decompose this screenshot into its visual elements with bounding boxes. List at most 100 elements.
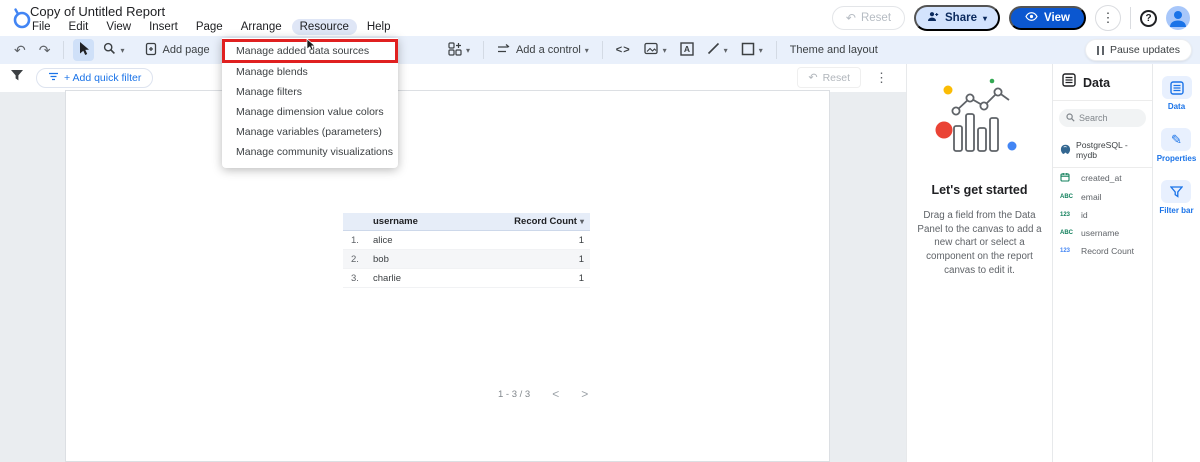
divider	[602, 41, 603, 59]
insert-image-button[interactable]: ▾	[640, 39, 671, 61]
funnel-icon	[1161, 180, 1191, 203]
field-username[interactable]: ABC username	[1053, 224, 1152, 242]
data-source-item[interactable]: PostgreSQL - mydb	[1053, 133, 1152, 168]
page-range: 1 - 3 / 3	[498, 389, 530, 400]
workspace: + Add quick filter ↶ Reset ⋮ username	[0, 64, 1200, 462]
cursor-icon	[77, 41, 90, 59]
table-header-row[interactable]: username Record Count ▾	[343, 213, 590, 231]
redo-button[interactable]: ↷	[35, 39, 55, 61]
search-box[interactable]	[1059, 109, 1146, 127]
looker-studio-app: Copy of Untitled Report File Edit View I…	[0, 0, 1200, 462]
help-icon[interactable]: ?	[1140, 10, 1157, 27]
chevron-down-icon: ▾	[585, 46, 589, 55]
menu-item-manage-blends[interactable]: Manage blends	[222, 62, 398, 82]
undo-icon: ↶	[808, 71, 817, 84]
column-header-username[interactable]: username	[373, 216, 504, 227]
field-created-at[interactable]: created_at	[1053, 168, 1152, 188]
filter-bar-actions: ↶ Reset ⋮	[797, 67, 888, 88]
embed-button[interactable]: <>	[612, 39, 635, 61]
list-icon	[1062, 73, 1076, 92]
column-header-record-count[interactable]: Record Count ▾	[504, 216, 590, 227]
insert-shape-button[interactable]: ▾	[737, 39, 767, 61]
add-control-button[interactable]: Add a control ▾	[493, 39, 593, 61]
list-icon	[1162, 76, 1192, 99]
add-page-icon	[145, 42, 158, 59]
menu-page[interactable]: Page	[188, 19, 231, 35]
top-bar-actions: ↶ Reset Share ▾ View ⋮ ?	[832, 4, 1190, 32]
calendar-icon	[1060, 172, 1076, 184]
sort-caret-icon: ▾	[580, 217, 584, 226]
report-page[interactable]: username Record Count ▾ 1. alice 1	[65, 90, 830, 462]
zoom-tool-button[interactable]: ▾	[99, 39, 128, 61]
text-type-icon: ABC	[1060, 230, 1076, 236]
share-dropdown-caret-icon[interactable]: ▾	[983, 14, 987, 23]
menu-help[interactable]: Help	[359, 19, 399, 35]
add-chart-button[interactable]: ▾	[444, 39, 474, 61]
next-page-icon[interactable]: >	[581, 387, 588, 401]
menu-file[interactable]: File	[24, 19, 59, 35]
add-quick-filter-button[interactable]: + Add quick filter	[36, 68, 153, 88]
divider	[1130, 7, 1131, 29]
menu-bar: File Edit View Insert Page Arrange Resou…	[24, 19, 399, 35]
menu-view[interactable]: View	[98, 19, 139, 35]
add-page-button[interactable]: Add page	[141, 39, 213, 61]
add-chart-icon	[448, 42, 462, 59]
magnifier-icon	[103, 42, 116, 58]
menu-item-manage-dimension-value-colors[interactable]: Manage dimension value colors	[222, 102, 398, 122]
more-options-button[interactable]: ⋮	[1095, 5, 1121, 31]
theme-layout-button[interactable]: Theme and layout	[786, 39, 882, 61]
menu-edit[interactable]: Edit	[61, 19, 97, 35]
number-type-icon: 123	[1060, 212, 1076, 218]
funnel-icon[interactable]	[10, 69, 24, 87]
insert-text-button[interactable]: A	[676, 39, 698, 61]
filter-control-icon	[497, 43, 512, 58]
field-record-count[interactable]: 123 Record Count	[1053, 242, 1152, 260]
view-button[interactable]: View	[1009, 6, 1086, 30]
pencil-icon: ✎	[1161, 128, 1191, 151]
reset-button[interactable]: ↶ Reset	[832, 6, 905, 30]
filter-reset-button[interactable]: ↶ Reset	[797, 67, 861, 88]
menu-item-manage-variables[interactable]: Manage variables (parameters)	[222, 122, 398, 142]
field-email[interactable]: ABC email	[1053, 188, 1152, 206]
data-table[interactable]: username Record Count ▾ 1. alice 1	[343, 213, 590, 288]
table-pagination: 1 - 3 / 3 < >	[498, 387, 588, 401]
table-row: 1. alice 1	[343, 231, 590, 250]
text-type-icon: ABC	[1060, 194, 1076, 200]
chevron-down-icon: ▾	[724, 46, 728, 55]
image-icon	[644, 42, 659, 58]
insert-line-button[interactable]: ▾	[703, 39, 732, 61]
chevron-down-icon: ▾	[466, 46, 470, 55]
pause-icon	[1097, 46, 1104, 55]
shape-icon	[741, 42, 755, 59]
chevron-down-icon: ▾	[120, 46, 124, 55]
report-canvas[interactable]: username Record Count ▾ 1. alice 1	[0, 92, 906, 462]
canvas-column: + Add quick filter ↶ Reset ⋮ username	[0, 64, 906, 462]
data-panel: Data PostgreSQL - mydb created_at ABC em…	[1052, 64, 1152, 462]
share-button[interactable]: Share ▾	[914, 5, 1000, 31]
tab-properties[interactable]: ✎ Properties	[1157, 128, 1197, 163]
chart-illustration	[934, 78, 1026, 169]
getting-started-panel: Let's get started Drag a field from the …	[906, 64, 1052, 462]
kebab-icon[interactable]: ⋮	[875, 70, 888, 86]
getting-started-body: Drag a field from the Data Panel to the …	[915, 209, 1044, 278]
getting-started-title: Let's get started	[931, 183, 1027, 197]
filter-lines-icon	[48, 72, 59, 84]
undo-button[interactable]: ↶	[10, 39, 30, 61]
search-input[interactable]	[1079, 113, 1139, 123]
menu-insert[interactable]: Insert	[141, 19, 186, 35]
pause-updates-button[interactable]: Pause updates	[1085, 39, 1192, 61]
prev-page-icon[interactable]: <	[552, 387, 559, 401]
menu-resource[interactable]: Resource	[292, 19, 357, 35]
avatar[interactable]	[1166, 6, 1190, 30]
field-id[interactable]: 123 id	[1053, 206, 1152, 224]
select-mode-button[interactable]	[73, 39, 94, 61]
divider	[483, 41, 484, 59]
menu-arrange[interactable]: Arrange	[233, 19, 290, 35]
menu-item-manage-filters[interactable]: Manage filters	[222, 82, 398, 102]
chevron-down-icon: ▾	[663, 46, 667, 55]
tab-data[interactable]: Data	[1162, 76, 1192, 111]
tab-filter-bar[interactable]: Filter bar	[1159, 180, 1193, 215]
data-panel-header: Data	[1053, 64, 1152, 101]
menu-item-manage-community-visualizations[interactable]: Manage community visualizations	[222, 142, 398, 162]
mouse-cursor-icon	[306, 39, 317, 57]
